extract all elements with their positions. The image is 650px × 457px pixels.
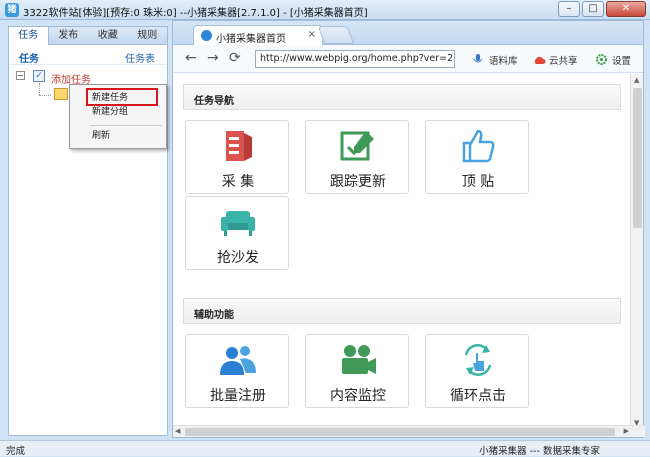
tree-line — [39, 83, 40, 95]
browser-tab[interactable]: 小猪采集器首页 × — [193, 25, 323, 45]
cloud-share-label: 云共享 — [549, 56, 578, 67]
section-aux-functions: 辅助功能 — [183, 298, 621, 324]
tree-expander-icon[interactable]: − — [16, 71, 25, 80]
new-tab-button[interactable] — [317, 26, 355, 44]
tab-tasks[interactable]: 任务 — [9, 27, 49, 45]
menu-item-refresh[interactable]: 刷新 — [92, 129, 110, 143]
batch-register-label: 批量注册 — [210, 388, 266, 404]
cloud-icon — [533, 55, 546, 65]
microphone-icon — [473, 54, 485, 64]
refresh-hand-icon — [464, 344, 492, 376]
tab-publish[interactable]: 发布 — [49, 27, 89, 45]
folder-icon[interactable] — [54, 88, 68, 100]
browser-tab-title: 小猪采集器首页 — [216, 34, 286, 45]
scroll-thumb[interactable] — [633, 88, 642, 228]
close-button[interactable]: ✕ — [606, 1, 646, 17]
settings-button[interactable]: 设置 — [596, 53, 631, 67]
tab-favorites[interactable]: 收藏 — [88, 27, 128, 45]
window-controls: – □ ✕ — [558, 1, 646, 17]
menu-item-new-group[interactable]: 新建分组 — [92, 105, 128, 119]
top-post-card[interactable]: 顶 贴 — [425, 120, 529, 194]
users-icon — [220, 346, 256, 375]
top-post-label: 顶 贴 — [461, 174, 495, 190]
status-brand: 小猪采集器 --- 数据采集专家 — [479, 446, 600, 457]
task-table-link[interactable]: 任务表 — [125, 50, 155, 65]
scroll-thumb[interactable] — [185, 428, 615, 436]
browser-toolbar: ← → ⟳ http://www.webpig.org/home.php?ver… — [173, 45, 643, 73]
tab-rules[interactable]: 规则 — [128, 27, 168, 45]
browser-pane: 小猪采集器首页 × ← → ⟳ http://www.webpig.org/ho… — [172, 20, 645, 438]
track-update-label: 跟踪更新 — [330, 174, 386, 190]
track-update-card[interactable]: 跟踪更新 — [305, 120, 409, 194]
tab-close-icon[interactable]: × — [308, 29, 316, 40]
loop-click-label: 循环点击 — [450, 388, 506, 404]
minimize-button[interactable]: – — [558, 1, 580, 17]
corpus-label: 语料库 — [489, 56, 518, 67]
section-title: 任务导航 — [194, 96, 234, 107]
menu-item-new-task[interactable]: 新建任务 — [92, 91, 128, 105]
section-task-nav: 任务导航 — [183, 84, 621, 110]
section-title: 辅助功能 — [194, 310, 234, 321]
thumbs-up-icon — [462, 129, 495, 163]
tree-checkbox[interactable]: ✓ — [33, 70, 45, 82]
batch-register-card[interactable]: 批量注册 — [185, 334, 289, 408]
grab-sofa-label: 抢沙发 — [217, 250, 259, 266]
browser-tabstrip: 小猪采集器首页 × — [173, 21, 643, 45]
task-header-title: 任务 — [19, 54, 39, 65]
maximize-button[interactable]: □ — [582, 1, 604, 17]
status-text: 完成 — [6, 446, 26, 457]
gear-icon — [596, 54, 608, 65]
cloud-share-button[interactable]: 云共享 — [533, 53, 578, 67]
refresh-icon[interactable]: ⟳ — [229, 51, 241, 65]
context-menu: 新建任务 新建分组 刷新 — [69, 84, 167, 149]
camera-icon — [342, 345, 376, 374]
forward-arrow-icon[interactable]: → — [207, 51, 219, 65]
task-header: 任务 任务表 — [9, 45, 167, 65]
scroll-up-icon[interactable]: ▲ — [634, 76, 639, 84]
url-input[interactable]: http://www.webpig.org/home.php?ver=2.7.1… — [255, 50, 455, 68]
title-bar: 猪 3322软件站[体验][预存:0 珠米:0] --小猪采集器[2.7.1.0… — [0, 0, 650, 20]
content-monitor-card[interactable]: 内容监控 — [305, 334, 409, 408]
vertical-scrollbar[interactable]: ▲ ▼ — [630, 74, 643, 429]
collect-icon — [226, 131, 252, 161]
sofa-icon — [221, 211, 255, 236]
collect-card[interactable]: 采 集 — [185, 120, 289, 194]
collect-label: 采 集 — [221, 174, 255, 190]
grab-sofa-card[interactable]: 抢沙发 — [185, 196, 289, 270]
back-arrow-icon[interactable]: ← — [185, 51, 197, 65]
edit-icon — [340, 131, 374, 161]
tree-line — [39, 95, 51, 96]
scroll-left-icon[interactable]: ◀ — [175, 427, 180, 435]
settings-label: 设置 — [612, 56, 632, 67]
scroll-right-icon[interactable]: ▶ — [624, 427, 629, 435]
app-icon: 猪 — [5, 3, 19, 17]
horizontal-scrollbar[interactable]: ◀ ▶ — [173, 425, 645, 437]
status-bar: 完成 小猪采集器 --- 数据采集专家 — [0, 440, 650, 457]
home-page-icon — [201, 30, 212, 41]
window-title: 3322软件站[体验][预存:0 珠米:0] --小猪采集器[2.7.1.0] … — [23, 8, 368, 19]
corpus-button[interactable]: 语料库 — [473, 53, 518, 67]
left-tabs: 任务 发布 收藏 规则 — [9, 27, 167, 45]
menu-separator — [90, 125, 162, 126]
content-monitor-label: 内容监控 — [330, 388, 386, 404]
loop-click-card[interactable]: 循环点击 — [425, 334, 529, 408]
home-page: 任务导航 采 集 跟踪更新 顶 贴 抢沙发 辅助功能 批量注册 内容监控 循环点… — [173, 74, 631, 429]
